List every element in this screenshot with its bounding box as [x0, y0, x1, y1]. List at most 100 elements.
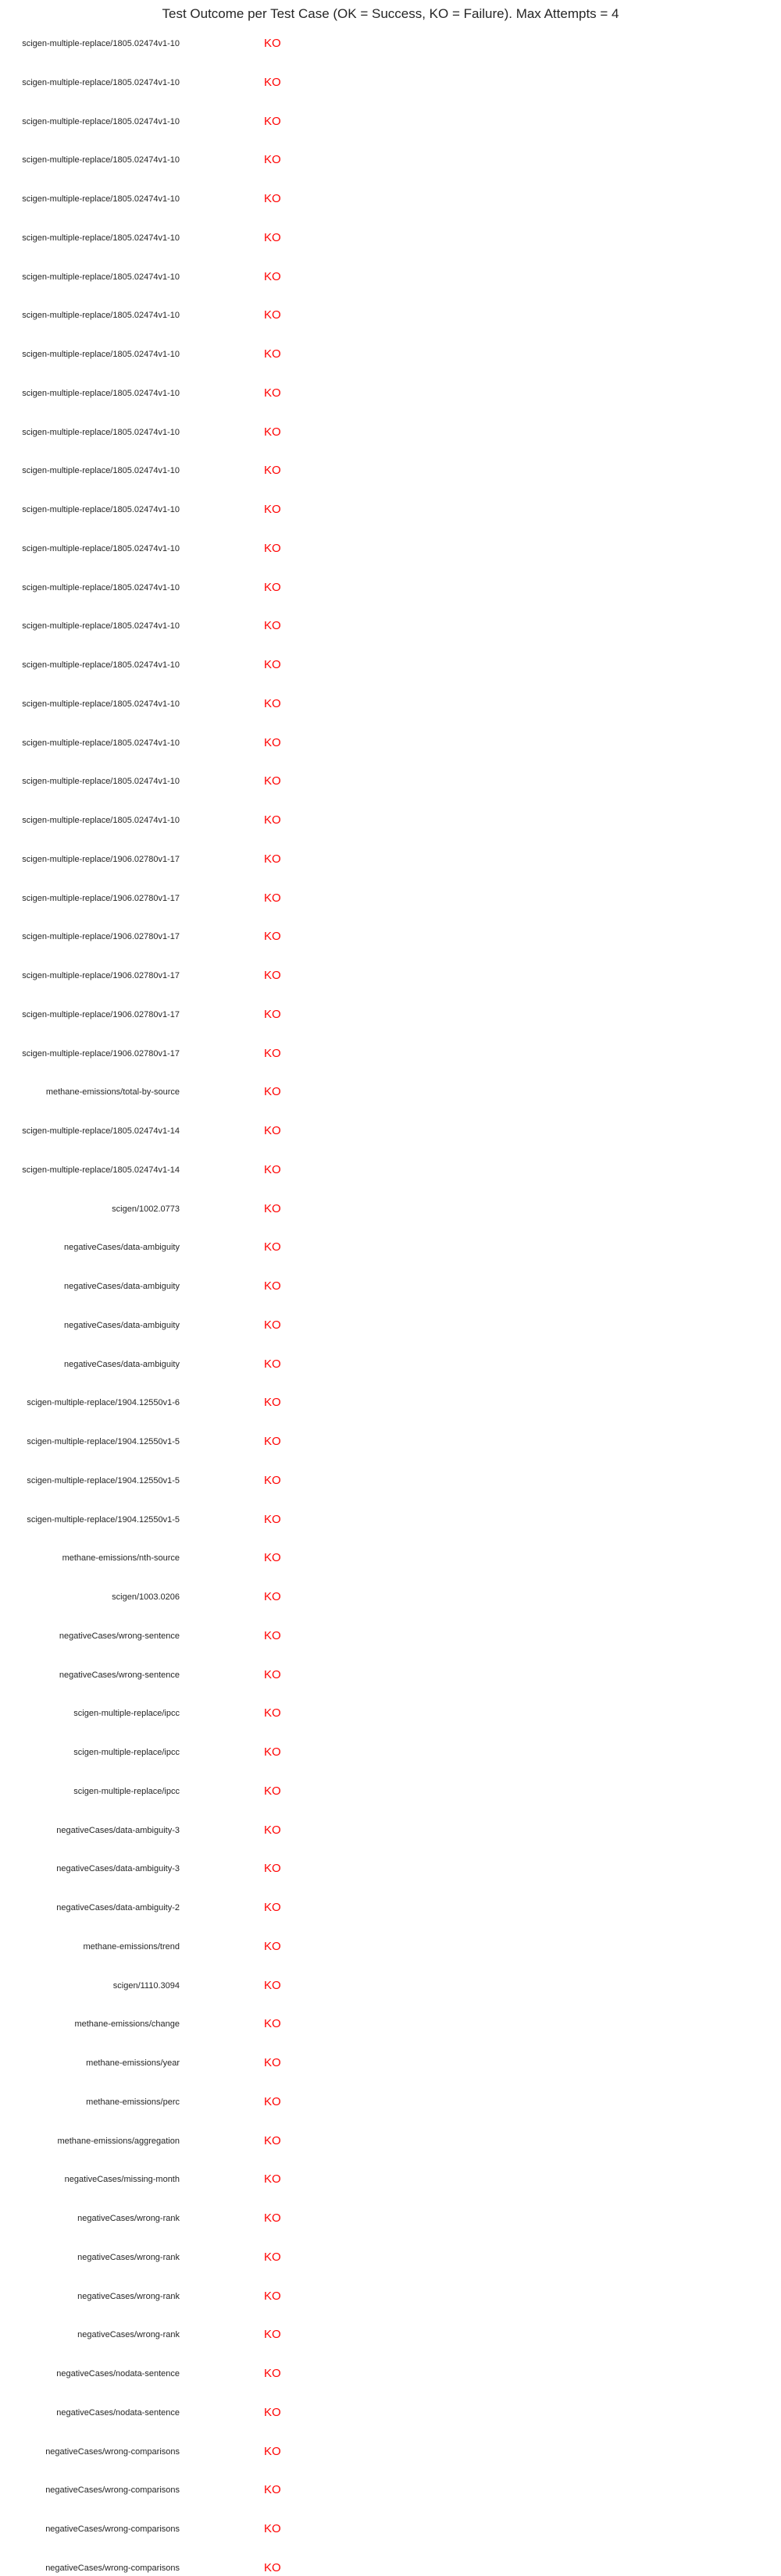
outcome-mark: KO	[264, 774, 281, 788]
outcome-mark: KO	[264, 464, 281, 478]
test-case-label: scigen-multiple-replace/1906.02780v1-17	[22, 854, 180, 864]
outcome-mark: KO	[264, 852, 281, 866]
test-case-label: negativeCases/data-ambiguity	[64, 1359, 180, 1369]
outcome-mark: KO	[264, 192, 281, 205]
outcome-mark: KO	[264, 2522, 281, 2535]
test-case-label: methane-emissions/nth-source	[62, 1553, 180, 1564]
outcome-mark: KO	[264, 1862, 281, 1876]
outcome-mark: KO	[264, 541, 281, 555]
test-case-label: scigen-multiple-replace/1805.02474v1-10	[22, 738, 180, 748]
test-case-label: methane-emissions/aggregation	[57, 2136, 180, 2146]
test-case-label: scigen-multiple-replace/1805.02474v1-10	[22, 621, 180, 632]
test-case-label: negativeCases/wrong-comparisons	[45, 2563, 180, 2573]
outcome-mark: KO	[264, 1162, 281, 1176]
outcome-mark: KO	[264, 153, 281, 167]
test-case-label: scigen-multiple-replace/1805.02474v1-10	[22, 233, 180, 243]
test-case-label: scigen-multiple-replace/ipcc	[73, 1786, 180, 1796]
outcome-mark: KO	[264, 503, 281, 516]
test-case-label: scigen-multiple-replace/1805.02474v1-10	[22, 777, 180, 787]
outcome-mark: KO	[264, 2017, 281, 2031]
outcome-mark: KO	[264, 1473, 281, 1487]
test-case-label: negativeCases/data-ambiguity-3	[56, 1864, 180, 1874]
outcome-mark: KO	[264, 2211, 281, 2225]
outcome-mark: KO	[264, 1435, 281, 1448]
outcome-mark: KO	[264, 1357, 281, 1371]
test-case-label: scigen-multiple-replace/ipcc	[73, 1748, 180, 1757]
test-case-label: negativeCases/nodata-sentence	[56, 2407, 180, 2418]
test-case-label: scigen-multiple-replace/1904.12550v1-5	[27, 1437, 180, 1446]
test-case-label: scigen-multiple-replace/1805.02474v1-10	[22, 116, 180, 126]
test-case-label: methane-emissions/change	[74, 2019, 180, 2030]
test-case-label: negativeCases/wrong-sentence	[59, 1670, 180, 1680]
test-case-label: negativeCases/data-ambiguity-3	[56, 1825, 180, 1835]
outcome-mark: KO	[264, 1745, 281, 1759]
outcome-mark: KO	[264, 1240, 281, 1254]
test-case-label: scigen-multiple-replace/1805.02474v1-10	[22, 582, 180, 592]
test-case-label: scigen-multiple-replace/1805.02474v1-10	[22, 388, 180, 398]
outcome-mark: KO	[264, 386, 281, 400]
outcome-mark: KO	[264, 114, 281, 128]
test-case-label: negativeCases/data-ambiguity	[64, 1282, 180, 1291]
test-case-label: scigen-multiple-replace/1906.02780v1-17	[22, 1009, 180, 1019]
outcome-mark: KO	[264, 2367, 281, 2380]
outcome-mark: KO	[264, 1201, 281, 1215]
test-case-label: negativeCases/wrong-comparisons	[45, 2485, 180, 2496]
test-case-label: methane-emissions/total-by-source	[45, 1087, 180, 1098]
outcome-mark: KO	[264, 1978, 281, 1992]
outcome-mark: KO	[264, 619, 281, 633]
test-case-label: scigen-multiple-replace/1805.02474v1-10	[22, 816, 180, 825]
test-case-label: scigen-multiple-replace/1906.02780v1-17	[22, 1048, 180, 1059]
outcome-mark: KO	[264, 1551, 281, 1565]
outcome-mark: KO	[264, 2328, 281, 2342]
outcome-mark: KO	[264, 1007, 281, 1021]
outcome-mark: KO	[264, 1318, 281, 1332]
test-case-label: negativeCases/missing-month	[64, 2175, 180, 2185]
test-case-label: scigen-multiple-replace/1805.02474v1-10	[22, 350, 180, 359]
outcome-mark: KO	[264, 347, 281, 361]
test-case-label: methane-emissions/trend	[83, 1941, 180, 1952]
test-case-label: scigen/1002.0773	[112, 1204, 180, 1214]
outcome-mark: KO	[264, 2289, 281, 2303]
outcome-mark: KO	[264, 813, 281, 827]
outcome-mark: KO	[264, 696, 281, 710]
test-case-label: scigen-multiple-replace/1805.02474v1-10	[22, 427, 180, 437]
test-case-label: scigen-multiple-replace/1805.02474v1-10	[22, 155, 180, 165]
outcome-mark: KO	[264, 891, 281, 905]
test-case-label: scigen-multiple-replace/1906.02780v1-17	[22, 971, 180, 980]
test-case-label: scigen-multiple-replace/1805.02474v1-10	[22, 311, 180, 321]
outcome-mark: KO	[264, 2483, 281, 2497]
outcome-mark: KO	[264, 37, 281, 50]
test-case-label: scigen-multiple-replace/1805.02474v1-10	[22, 466, 180, 476]
outcome-mark: KO	[264, 1085, 281, 1099]
outcome-mark: KO	[264, 1590, 281, 1603]
outcome-mark: KO	[264, 2056, 281, 2069]
test-case-label: scigen-multiple-replace/1904.12550v1-5	[27, 1475, 180, 1485]
outcome-mark: KO	[264, 1396, 281, 1410]
outcome-mark: KO	[264, 1784, 281, 1798]
test-case-label: negativeCases/wrong-comparisons	[45, 2446, 180, 2457]
test-case-label: scigen-multiple-replace/1906.02780v1-17	[22, 893, 180, 903]
outcome-mark: KO	[264, 2405, 281, 2419]
test-case-label: negativeCases/wrong-rank	[77, 2291, 180, 2301]
test-case-label: negativeCases/wrong-rank	[77, 2252, 180, 2262]
outcome-mark: KO	[264, 735, 281, 749]
outcome-mark: KO	[264, 1901, 281, 1914]
test-case-label: scigen-multiple-replace/1805.02474v1-10	[22, 272, 180, 282]
outcome-mark: KO	[264, 1823, 281, 1837]
outcome-mark: KO	[264, 969, 281, 982]
test-case-label: scigen-multiple-replace/1805.02474v1-10	[22, 505, 180, 514]
test-case-label: scigen-multiple-replace/1805.02474v1-10	[22, 660, 180, 670]
test-case-label: scigen-multiple-replace/1805.02474v1-10	[22, 39, 180, 48]
outcome-mark: KO	[264, 1124, 281, 1137]
test-case-label: negativeCases/wrong-rank	[77, 2330, 180, 2340]
test-case-label: negativeCases/data-ambiguity-2	[56, 1903, 180, 1912]
outcome-mark: KO	[264, 930, 281, 944]
test-case-label: scigen-multiple-replace/1805.02474v1-10	[22, 77, 180, 87]
outcome-mark: KO	[264, 2094, 281, 2108]
test-case-label: scigen-multiple-replace/1805.02474v1-10	[22, 699, 180, 709]
outcome-table: scigen-multiple-replace/1805.02474v1-10 K…	[0, 0, 781, 2576]
outcome-mark: KO	[264, 1939, 281, 1953]
outcome-mark: KO	[264, 2560, 281, 2574]
test-case-label: scigen-multiple-replace/1805.02474v1-10	[22, 194, 180, 204]
outcome-mark: KO	[264, 2250, 281, 2264]
